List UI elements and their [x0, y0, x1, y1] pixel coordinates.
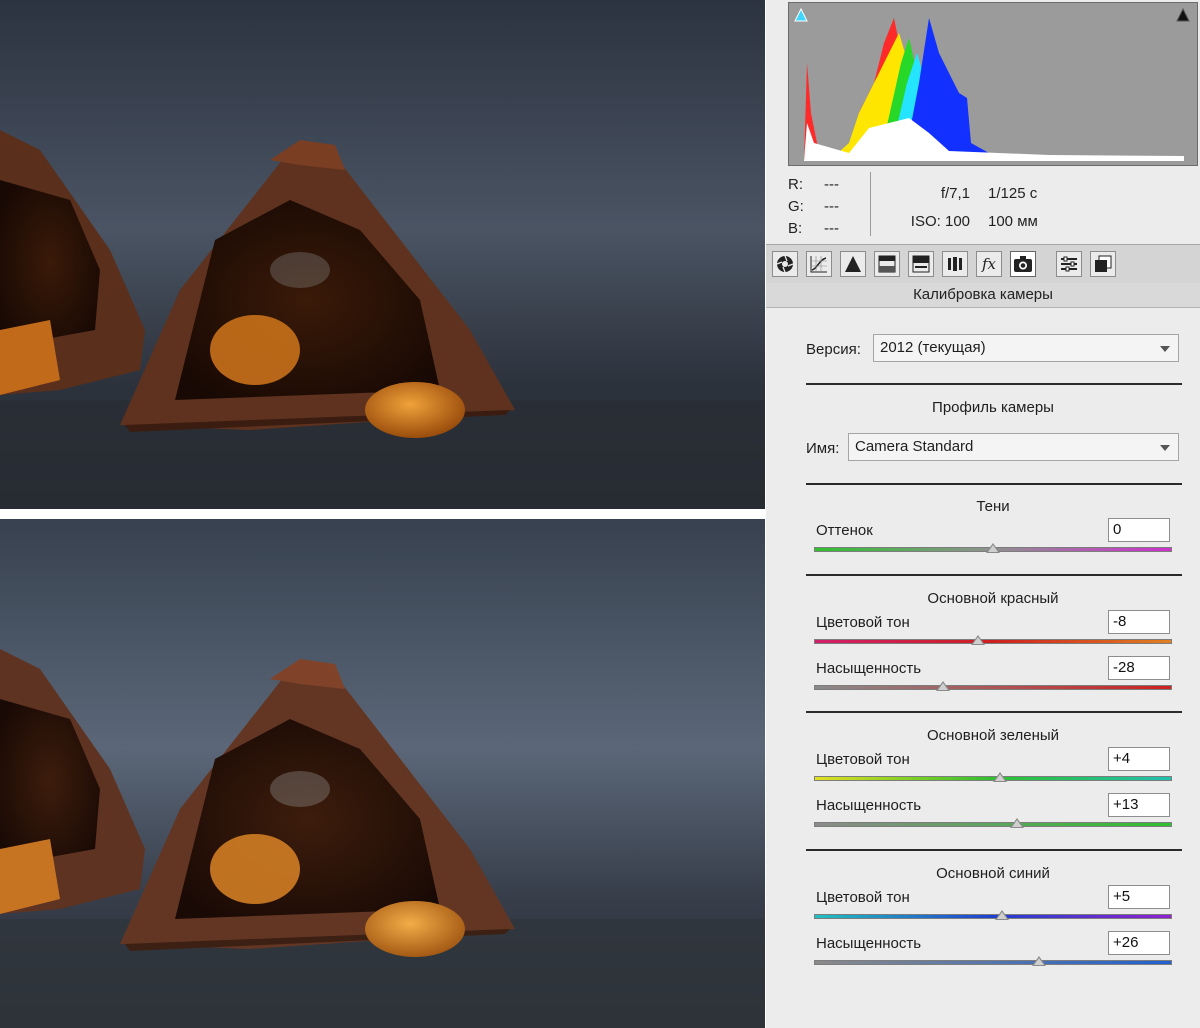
aperture: f/7,1 — [940, 185, 970, 202]
lens-icon[interactable] — [942, 251, 968, 277]
focal-length: 100 мм — [988, 213, 1038, 230]
rgb-readout: R: --- G: --- B: --- — [788, 174, 858, 240]
profile-heading: Профиль камеры — [932, 399, 1054, 416]
photo-after — [0, 519, 765, 1028]
blue-hue-slider[interactable] — [814, 914, 1172, 919]
basic-aperture-icon[interactable] — [772, 251, 798, 277]
chevron-down-icon — [1160, 346, 1170, 352]
green-hue-label: Цветовой тон — [816, 751, 910, 768]
red-hue-input[interactable]: -8 — [1108, 610, 1170, 634]
divider — [806, 483, 1182, 485]
red-primary-heading: Основной красный — [927, 590, 1059, 607]
photo-before — [0, 0, 765, 509]
blue-saturation-slider[interactable] — [814, 960, 1172, 965]
r-label: R: — [788, 176, 803, 193]
presets-icon[interactable] — [1056, 251, 1082, 277]
red-hue-label: Цветовой тон — [816, 614, 910, 631]
green-hue-input[interactable]: +4 — [1108, 747, 1170, 771]
shutter-speed: 1/125 с — [988, 185, 1038, 202]
blue-saturation-input[interactable]: +26 — [1108, 931, 1170, 955]
divider — [806, 383, 1182, 385]
shadows-tint-label: Оттенок — [816, 522, 873, 539]
r-value: --- — [824, 176, 839, 193]
shadows-heading: Тени — [976, 498, 1010, 515]
red-hue-thumb[interactable] — [971, 635, 985, 645]
camera-raw-panel: R: --- G: --- B: --- f/7,1 1/125 с ISO: 100 1… — [766, 0, 1200, 1028]
divider — [806, 574, 1182, 576]
camera-calibration-icon[interactable] — [1010, 251, 1036, 277]
fx-icon[interactable]: fx — [976, 251, 1002, 277]
version-label: Версия: — [806, 341, 861, 358]
b-value: --- — [824, 220, 839, 237]
red-saturation-thumb[interactable] — [936, 681, 950, 691]
readout-divider — [870, 172, 871, 236]
section-title: Калибровка камеры — [766, 283, 1200, 308]
green-saturation-slider[interactable] — [814, 822, 1172, 827]
red-saturation-input[interactable]: -28 — [1108, 656, 1170, 680]
version-select[interactable]: 2012 (текущая) — [873, 334, 1179, 362]
green-saturation-thumb[interactable] — [1010, 818, 1024, 828]
blue-saturation-thumb[interactable] — [1032, 956, 1046, 966]
green-saturation-input[interactable]: +13 — [1108, 793, 1170, 817]
shadows-tint-input[interactable]: 0 — [1108, 518, 1170, 542]
iso: ISO: 100 — [910, 213, 970, 230]
blue-saturation-label: Насыщенность — [816, 935, 922, 952]
divider — [806, 711, 1182, 713]
green-primary-heading: Основной зеленый — [926, 727, 1060, 744]
panel-tabs-toolbar: fx — [766, 244, 1200, 284]
hsl-icon[interactable] — [874, 251, 900, 277]
detail-icon[interactable] — [840, 251, 866, 277]
blue-hue-thumb[interactable] — [995, 910, 1009, 920]
name-label: Имя: — [806, 440, 840, 457]
blue-hue-label: Цветовой тон — [816, 889, 910, 906]
blue-primary-heading: Основной синий — [936, 865, 1050, 882]
red-saturation-label: Насыщенность — [816, 660, 922, 677]
divider — [806, 849, 1182, 851]
profile-value: Camera Standard — [855, 438, 974, 455]
version-value: 2012 (текущая) — [880, 339, 986, 356]
green-hue-thumb[interactable] — [993, 772, 1007, 782]
snapshots-icon[interactable] — [1090, 251, 1116, 277]
red-saturation-slider[interactable] — [814, 685, 1172, 690]
profile-select[interactable]: Camera Standard — [848, 433, 1179, 461]
blue-hue-input[interactable]: +5 — [1108, 885, 1170, 909]
tone-curve-icon[interactable] — [806, 251, 832, 277]
green-saturation-label: Насыщенность — [816, 797, 922, 814]
split-toning-icon[interactable] — [908, 251, 934, 277]
b-label: B: — [788, 220, 803, 237]
histogram — [788, 2, 1198, 166]
shadows-tint-thumb[interactable] — [986, 543, 1000, 553]
g-label: G: — [788, 198, 804, 215]
exif-readout: f/7,1 1/125 с ISO: 100 100 мм — [886, 180, 1186, 236]
g-value: --- — [824, 198, 839, 215]
chevron-down-icon — [1160, 445, 1170, 451]
red-hue-slider[interactable] — [814, 639, 1172, 644]
